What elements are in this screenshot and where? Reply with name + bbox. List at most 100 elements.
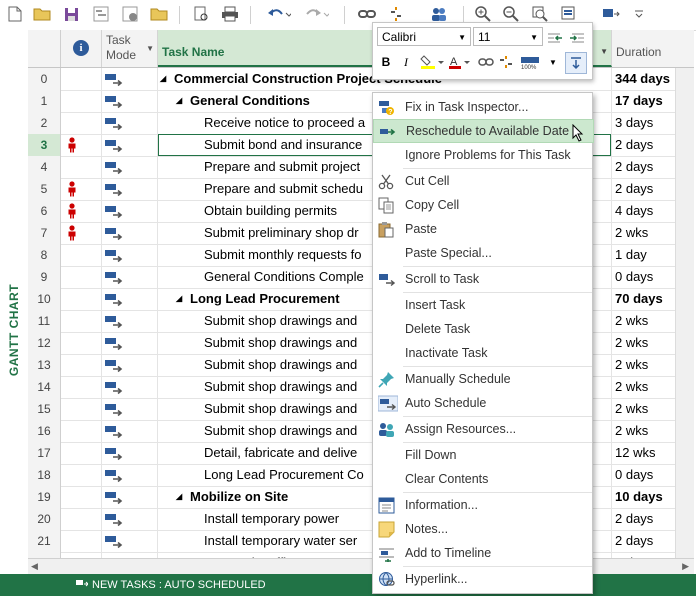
task-mode-cell[interactable] [102, 530, 158, 552]
redo-icon[interactable] [303, 5, 331, 23]
font-name-box[interactable]: Calibri ▼ [377, 27, 471, 46]
indent-icon[interactable] [567, 28, 585, 48]
indicator-cell[interactable] [61, 112, 102, 134]
row-id[interactable]: 21 [28, 530, 61, 552]
menu-item-reschedule-to-available-date[interactable]: Reschedule to Available Date [373, 119, 594, 143]
indicator-cell[interactable] [61, 310, 102, 332]
indicator-cell[interactable] [61, 90, 102, 112]
row-id[interactable]: 13 [28, 354, 61, 376]
folder-icon[interactable] [150, 5, 168, 23]
table-row[interactable]: 13 Submit shop drawings and 2 wks [28, 354, 694, 377]
row-id[interactable]: 9 [28, 266, 61, 288]
assign-resources-icon[interactable] [430, 5, 448, 23]
indicator-cell[interactable] [61, 464, 102, 486]
scroll-right-icon[interactable]: ▶ [682, 561, 689, 572]
menu-item-information[interactable]: Information... [373, 493, 592, 517]
project-icon[interactable] [92, 5, 110, 23]
zoom-entire-project-icon[interactable] [531, 5, 549, 23]
indicator-cell[interactable] [61, 332, 102, 354]
indicator-cell[interactable] [61, 354, 102, 376]
menu-item-insert-task[interactable]: Insert Task [373, 293, 592, 317]
zoom-selected-tasks-icon[interactable] [560, 5, 578, 23]
close-project-icon[interactable] [121, 5, 139, 23]
scroll-to-task-icon[interactable] [565, 52, 587, 74]
indicator-cell[interactable] [61, 398, 102, 420]
person-icon[interactable] [67, 225, 77, 244]
customize-toolbar-icon[interactable] [630, 5, 648, 23]
table-row[interactable]: 3 Submit bond and insurance 2 days [28, 134, 694, 157]
menu-item-notes[interactable]: Notes... [373, 517, 592, 541]
team-planner-icon[interactable] [602, 5, 620, 23]
table-row[interactable]: 8 Submit monthly requests fo 1 day [28, 244, 694, 267]
row-id[interactable]: 20 [28, 508, 61, 530]
new-file-icon[interactable] [6, 5, 24, 23]
indicator-cell[interactable] [61, 178, 102, 200]
indicator-cell[interactable] [61, 156, 102, 178]
print-preview-icon[interactable] [192, 5, 210, 23]
chevron-down-icon[interactable]: ▼ [600, 47, 608, 56]
task-mode-cell[interactable] [102, 442, 158, 464]
table-row[interactable]: 5 Prepare and submit schedu 2 days [28, 178, 694, 201]
menu-item-fix-in-task-inspector[interactable]: ? Fix in Task Inspector... [373, 95, 592, 119]
print-icon[interactable] [221, 5, 239, 23]
table-row[interactable]: 12 Submit shop drawings and 2 wks [28, 332, 694, 355]
task-mode-cell[interactable] [102, 90, 158, 112]
row-id[interactable]: 14 [28, 376, 61, 398]
menu-item-add-to-timeline[interactable]: Add to Timeline [373, 541, 592, 565]
table-row[interactable]: 18 Long Lead Procurement Co 0 days [28, 464, 694, 487]
menu-item-clear-contents[interactable]: Clear Contents [373, 467, 592, 491]
person-icon[interactable] [67, 181, 77, 200]
table-row[interactable]: 2 Receive notice to proceed a3 days [28, 112, 694, 135]
row-id[interactable]: 17 [28, 442, 61, 464]
indicator-cell[interactable] [61, 420, 102, 442]
task-mode-cell[interactable] [102, 288, 158, 310]
menu-item-delete-task[interactable]: Delete Task [373, 317, 592, 341]
chevron-down-icon[interactable]: ▼ [458, 28, 466, 47]
indicator-cell[interactable] [61, 530, 102, 552]
collapse-triangle-icon[interactable]: ◢ [176, 288, 182, 310]
menu-item-copy-cell[interactable]: Copy Cell [373, 193, 592, 217]
task-mode-cell[interactable] [102, 420, 158, 442]
italic-button[interactable]: I [397, 52, 415, 72]
column-header-duration[interactable]: Duration [612, 30, 694, 67]
task-mode-cell[interactable] [102, 178, 158, 200]
menu-item-manually-schedule[interactable]: Manually Schedule [373, 367, 592, 391]
status-new-tasks-mode[interactable]: NEW TASKS : AUTO SCHEDULED [92, 579, 266, 591]
row-id[interactable]: 6 [28, 200, 61, 222]
row-id[interactable]: 2 [28, 112, 61, 134]
font-color-icon[interactable]: A [447, 52, 473, 72]
chevron-down-icon[interactable]: ▼ [530, 28, 538, 47]
view-label-gantt-chart[interactable]: GANTT CHART [7, 284, 21, 376]
menu-item-inactivate-task[interactable]: Inactivate Task [373, 341, 592, 365]
person-icon[interactable] [67, 203, 77, 222]
table-row[interactable]: 21 Install temporary water ser 2 days [28, 530, 694, 553]
indicator-cell[interactable] [61, 134, 102, 156]
font-size-box[interactable]: 11 ▼ [473, 27, 543, 46]
task-mode-cell[interactable] [102, 222, 158, 244]
unlink-tasks-icon[interactable] [387, 5, 405, 23]
column-header-task-mode[interactable]: Task Mode ▼ [102, 30, 158, 67]
table-row[interactable]: 17 Detail, fabricate and delive 12 wks [28, 442, 694, 465]
table-row[interactable]: 20 Install temporary power 2 days [28, 508, 694, 531]
task-mode-cell[interactable] [102, 398, 158, 420]
collapse-triangle-icon[interactable]: ◢ [176, 486, 182, 508]
table-row[interactable]: 15 Submit shop drawings and 2 wks [28, 398, 694, 421]
row-id[interactable]: 0 [28, 68, 61, 90]
horizontal-scrollbar[interactable]: ◀ ▶ [28, 558, 694, 575]
row-id[interactable]: 18 [28, 464, 61, 486]
indicator-cell[interactable] [61, 508, 102, 530]
chevron-down-icon[interactable]: ▼ [146, 44, 154, 53]
task-mode-cell[interactable] [102, 200, 158, 222]
table-row[interactable]: 1 ◢ General Conditions 17 days [28, 90, 694, 113]
table-row[interactable]: 9 General Conditions Comple 0 days [28, 266, 694, 289]
task-mode-cell[interactable] [102, 508, 158, 530]
row-id[interactable]: 5 [28, 178, 61, 200]
indicator-cell[interactable] [61, 222, 102, 244]
menu-item-ignore-problems-for-this-task[interactable]: Ignore Problems for This Task [373, 143, 592, 167]
percent-complete-icon[interactable]: 100% [519, 52, 541, 72]
column-header-indicators[interactable]: i [61, 30, 102, 67]
undo-icon[interactable] [265, 5, 293, 23]
indicator-cell[interactable] [61, 200, 102, 222]
table-row[interactable]: 7 Submit preliminary shop dr 2 wks [28, 222, 694, 245]
vertical-scrollbar[interactable] [675, 68, 694, 558]
